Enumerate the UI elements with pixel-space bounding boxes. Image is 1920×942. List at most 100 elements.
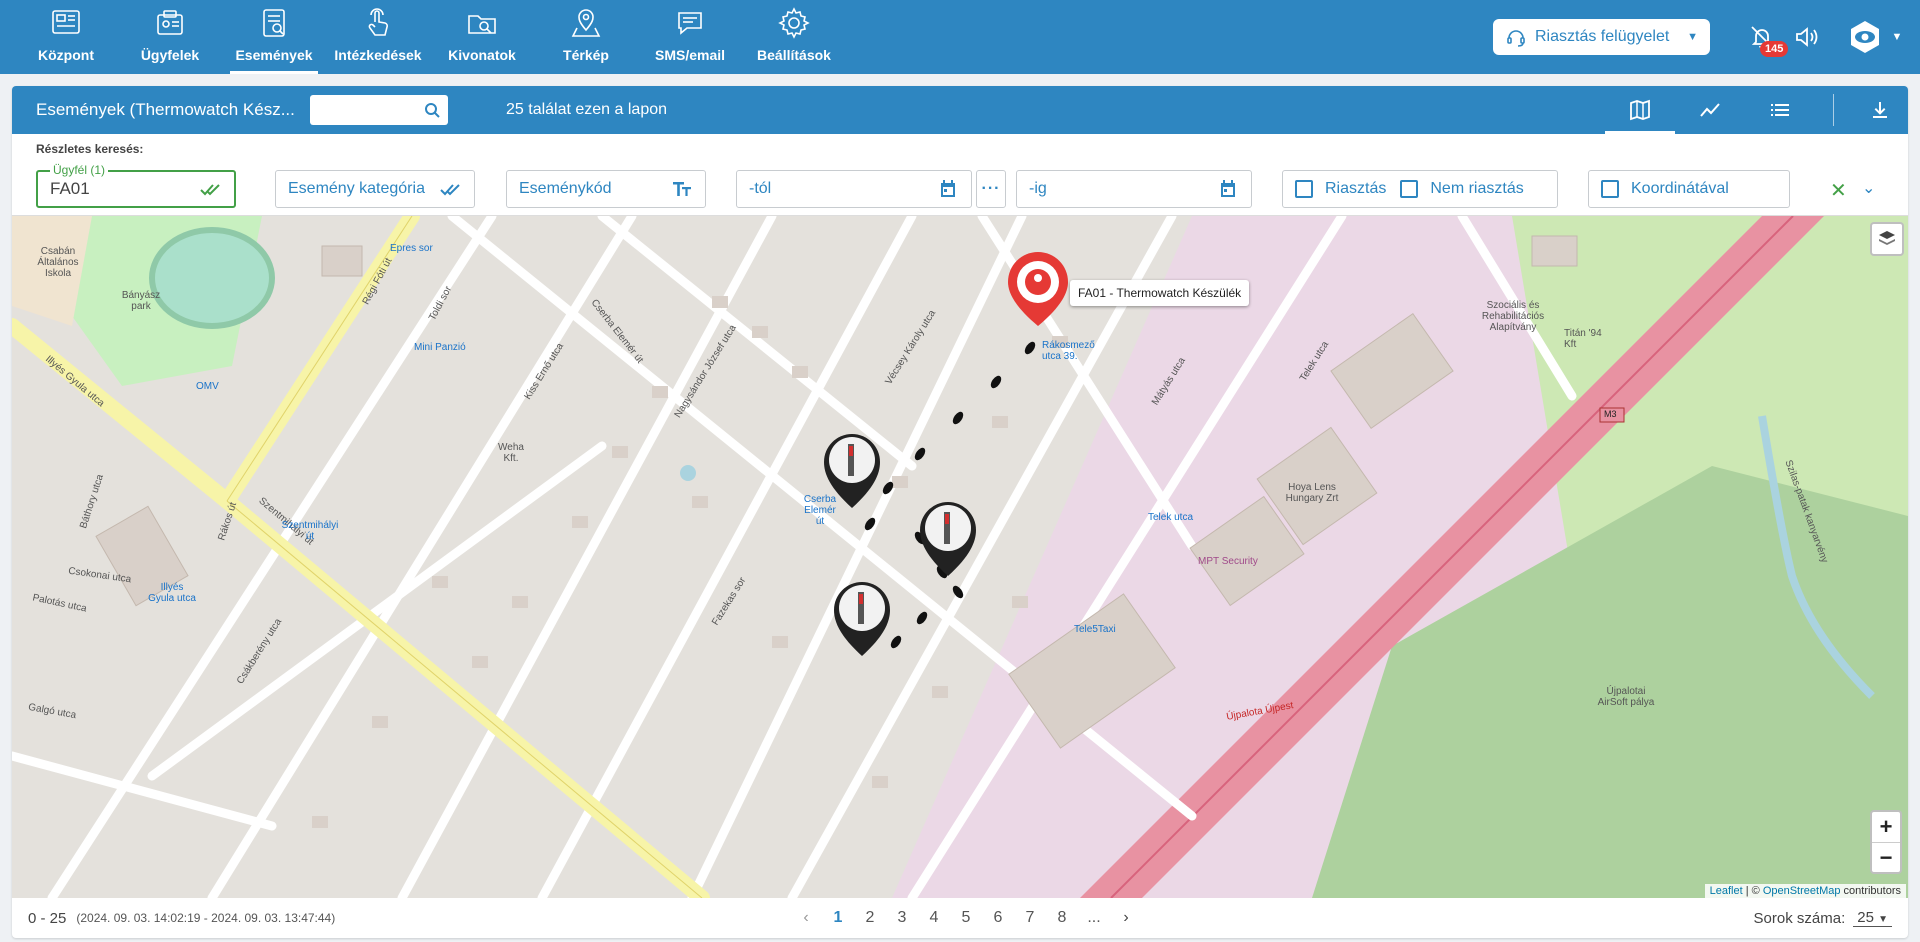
panel-toolbar: Események (Thermowatch Kész... 25 talála… [12,86,1908,134]
attribution-separator: | © [1742,885,1763,897]
map-label: MPT Security [1198,556,1258,567]
text-format-icon [673,182,691,196]
prev-page-button[interactable]: ‹ [790,909,822,927]
chart-view-button[interactable] [1675,86,1745,134]
nav-kozpont[interactable]: Központ [14,0,118,74]
page-6[interactable]: 6 [982,909,1014,927]
result-range: 0 - 25 [28,909,67,927]
search-icon[interactable] [424,102,440,118]
nav-intezkedesek[interactable]: Intézkedések [326,0,430,74]
map-label: Illyés Gyula utca [148,582,196,604]
client-filter-value: FA01 [50,179,90,198]
event-code-filter[interactable]: Eseménykód [506,170,706,208]
page-4[interactable]: 4 [918,909,950,927]
client-filter-label: Ügyfél (1) [50,163,109,177]
nav-label: Kivonatok [448,47,516,63]
download-icon [1873,102,1887,118]
coordinates-filter: Koordinátával [1588,170,1790,208]
download-button[interactable] [1852,86,1908,134]
map-view-button[interactable] [1605,86,1675,134]
alarm-marker [1008,252,1068,326]
page-8[interactable]: 8 [1046,909,1078,927]
chevron-down-icon[interactable]: ⌄ [1862,178,1875,198]
attribution-tail: contributors [1840,885,1901,897]
map-label: OMV [196,381,219,392]
zoom-in-button[interactable]: + [1872,812,1900,842]
event-list-icon [263,9,285,37]
line-chart-icon [1700,103,1720,117]
coordinates-checkbox-label: Koordinátával [1631,180,1729,197]
marker-tooltip: FA01 - Thermowatch Készülék [1070,280,1250,306]
nav-esemenyek[interactable]: Események [222,0,326,74]
nav-terkep[interactable]: Térkép [534,0,638,74]
double-check-icon [440,184,460,196]
page-title: Események (Thermowatch Kész... [36,100,295,119]
zoom-out-button[interactable]: − [1872,842,1900,872]
more-dots-icon: ··· [981,180,1001,197]
hand-touch-icon [368,8,388,36]
double-check-icon [200,184,220,196]
nav-sms-email[interactable]: SMS/email [638,0,742,74]
sound-button[interactable] [1784,23,1828,51]
alarm-monitor-label: Riasztás felügyelet [1535,28,1670,45]
rows-value: 25 [1857,909,1874,926]
chevron-down-icon: ▼ [1687,31,1698,43]
date-range: (2024. 09. 03. 14:02:19 - 2024. 09. 03. … [76,911,336,925]
list-view-button[interactable] [1745,86,1815,134]
alarm-monitor-select[interactable]: Riasztás felügyelet ▼ [1493,19,1710,55]
date-to-label: -ig [1029,180,1047,197]
date-to-input[interactable]: -ig [1016,170,1252,208]
client-filter[interactable]: Ügyfél (1) FA01 [36,163,236,208]
page-7[interactable]: 7 [1014,909,1046,927]
more-options-button[interactable]: ··· [976,170,1006,208]
calendar-icon [1221,180,1235,197]
map-label: Bányász park [121,290,161,312]
map-label: M3 [1604,409,1617,419]
page-2[interactable]: 2 [854,909,886,927]
nav-label: Események [235,47,313,63]
map-label: Cserba Elemér út [803,494,837,527]
panel-footer: 0 - 25 (2024. 09. 03. 14:02:19 - 2024. 0… [12,898,1908,938]
date-from-input[interactable]: -tól [736,170,972,208]
map-tiles [12,216,1908,898]
search-input[interactable] [324,102,424,118]
map-label: Epres sor [390,243,433,254]
map-label: Mini Panzió [414,342,466,353]
no-alarm-checkbox[interactable]: Nem riasztás [1400,180,1524,198]
search-box[interactable] [310,95,448,125]
dashboard-icon [52,10,80,34]
events-map[interactable]: Csabán Általános Iskola Bányász park Rég… [12,216,1908,898]
events-panel: Események (Thermowatch Kész... 25 talála… [12,86,1908,938]
user-menu[interactable]: ▼ [1828,18,1920,56]
event-category-filter[interactable]: Esemény kategória [275,170,475,208]
alarm-checkbox[interactable]: Riasztás [1295,180,1386,198]
clear-filters-icon[interactable]: ✕ [1830,178,1847,203]
event-category-label: Esemény kategória [288,180,425,197]
nav-kivonatok[interactable]: Kivonatok [430,0,534,74]
map-icon [1630,99,1650,121]
leaflet-link[interactable]: Leaflet [1710,885,1743,897]
osm-link[interactable]: OpenStreetMap [1763,885,1841,897]
nav-beallitasok[interactable]: Beállítások [742,0,846,74]
event-code-label: Eseménykód [519,180,612,197]
page-1[interactable]: 1 [822,909,854,927]
client-card-icon [157,10,183,35]
top-navigation: Központ Ügyfelek Események Intézkedések … [0,0,1920,74]
speaker-icon [1796,27,1818,47]
coordinates-checkbox[interactable]: Koordinátával [1601,180,1729,198]
next-page-button[interactable]: › [1110,909,1142,927]
nav-ugyfelek[interactable]: Ügyfelek [118,0,222,74]
page-3[interactable]: 3 [886,909,918,927]
nav-label: Térkép [563,47,609,63]
headset-icon [1507,30,1525,47]
layers-button[interactable] [1870,222,1904,256]
list-icon [1771,104,1789,116]
map-label: Szociális és Rehabilitációs Alapítvány [1481,300,1545,333]
page-5[interactable]: 5 [950,909,982,927]
rows-select[interactable]: 25 ▼ [1853,909,1892,927]
alarm-off-button[interactable]: 145 [1740,23,1789,57]
layers-icon [1879,231,1895,245]
nav-label: Beállítások [757,47,831,63]
alarm-checkbox-label: Riasztás [1325,180,1387,197]
result-count: 25 találat ezen a lapon [506,101,668,118]
